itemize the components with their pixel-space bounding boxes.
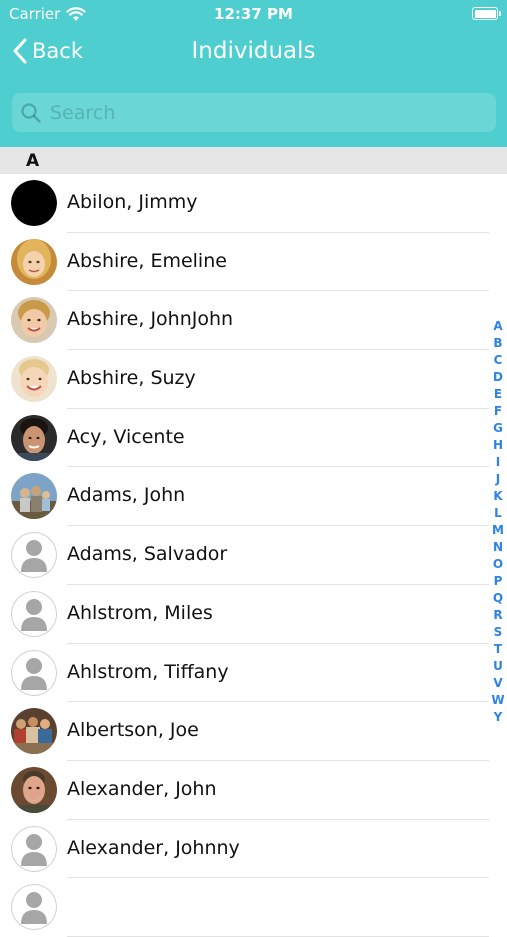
index-letter-q[interactable]: Q	[493, 590, 503, 607]
alphabet-index[interactable]: ABCDEFGHIJKLMNOPQRSTUVWY	[489, 318, 507, 726]
contact-name: Abshire, JohnJohn	[67, 308, 234, 331]
contact-avatar	[11, 180, 57, 226]
contact-row[interactable]: Adams, John	[0, 467, 507, 527]
index-letter-c[interactable]: C	[494, 352, 503, 369]
battery-fill	[474, 9, 496, 18]
index-letter-i[interactable]: I	[496, 454, 500, 471]
index-letter-o[interactable]: O	[493, 556, 503, 573]
contact-row[interactable]: Abshire, Suzy	[0, 350, 507, 409]
contact-row[interactable]: Alexander, John	[0, 761, 507, 820]
status-bar: Carrier 12:37 PM	[0, 0, 507, 28]
nav-bar: Back Individuals	[0, 28, 507, 78]
contact-row[interactable]: Ahlstrom, Tiffany	[0, 644, 507, 703]
index-letter-w[interactable]: W	[491, 692, 504, 709]
index-letter-r[interactable]: R	[493, 607, 502, 624]
contact-name: Ahlstrom, Miles	[67, 601, 213, 624]
page-title: Individuals	[191, 38, 316, 64]
contact-row[interactable]: Abshire, Emeline	[0, 233, 507, 292]
contact-list: Abilon, Jimmy Abshire, Emeline Abshire, Jo…	[0, 174, 507, 937]
person-placeholder-icon	[11, 884, 57, 931]
contact-avatar	[11, 473, 57, 520]
battery-icon	[472, 7, 501, 20]
person-placeholder-icon	[11, 532, 57, 579]
index-letter-y[interactable]: Y	[494, 709, 503, 726]
contact-name: Abilon, Jimmy	[67, 191, 198, 213]
contact-name: Abshire, Suzy	[67, 367, 196, 390]
contact-row[interactable]: Acy, Vicente	[0, 409, 507, 468]
contact-avatar	[11, 708, 57, 755]
search-bar[interactable]	[12, 93, 496, 132]
contact-avatar	[11, 414, 57, 461]
index-letter-l[interactable]: L	[494, 505, 502, 522]
contact-row[interactable]: Abshire, JohnJohn	[0, 291, 507, 351]
index-letter-k[interactable]: K	[493, 488, 502, 505]
index-letter-f[interactable]: F	[494, 403, 502, 420]
contact-name: Acy, Vicente	[67, 425, 185, 448]
index-letter-a[interactable]: A	[493, 318, 502, 335]
index-letter-j[interactable]: J	[496, 471, 500, 488]
contact-name: Abshire, Emeline	[67, 249, 227, 272]
contact-row[interactable]	[0, 878, 507, 937]
contact-name: Alexander, John	[67, 777, 217, 800]
index-letter-s[interactable]: S	[494, 624, 503, 641]
contact-name: Adams, John	[67, 484, 186, 507]
index-letter-m[interactable]: M	[492, 522, 504, 539]
section-header-a: A	[0, 147, 507, 174]
search-icon	[21, 102, 41, 123]
index-letter-t[interactable]: T	[494, 641, 502, 658]
index-letter-u[interactable]: U	[493, 658, 503, 675]
contact-name: Albertson, Joe	[67, 719, 199, 742]
index-letter-n[interactable]: N	[493, 539, 503, 556]
index-letter-v[interactable]: V	[493, 675, 502, 692]
header: Carrier 12:37 PM Back Individuals	[0, 0, 507, 147]
index-letter-e[interactable]: E	[494, 386, 502, 403]
contact-avatar	[11, 238, 57, 285]
index-letter-h[interactable]: H	[493, 437, 503, 454]
index-letter-p[interactable]: P	[494, 573, 503, 590]
contact-row[interactable]: Albertson, Joe	[0, 702, 507, 761]
person-placeholder-icon	[11, 590, 57, 637]
contact-row[interactable]: Abilon, Jimmy	[0, 174, 507, 233]
contact-row[interactable]: Alexander, Johnny	[0, 820, 507, 879]
contact-avatar	[11, 766, 57, 813]
index-letter-b[interactable]: B	[493, 335, 502, 352]
index-letter-d[interactable]: D	[493, 369, 503, 386]
index-letter-g[interactable]: G	[493, 420, 503, 437]
search-input[interactable]	[48, 100, 468, 125]
contact-avatar	[11, 356, 57, 403]
contact-avatar	[11, 297, 57, 344]
contact-row[interactable]: Adams, Salvador	[0, 526, 507, 585]
contact-name: Adams, Salvador	[67, 543, 228, 566]
person-placeholder-icon	[11, 825, 57, 872]
contact-name: Alexander, Johnny	[67, 836, 240, 859]
contact-name: Ahlstrom, Tiffany	[67, 660, 229, 683]
person-placeholder-icon	[11, 649, 57, 696]
contact-row[interactable]: Ahlstrom, Miles	[0, 585, 507, 644]
status-time: 12:37 PM	[214, 5, 293, 23]
